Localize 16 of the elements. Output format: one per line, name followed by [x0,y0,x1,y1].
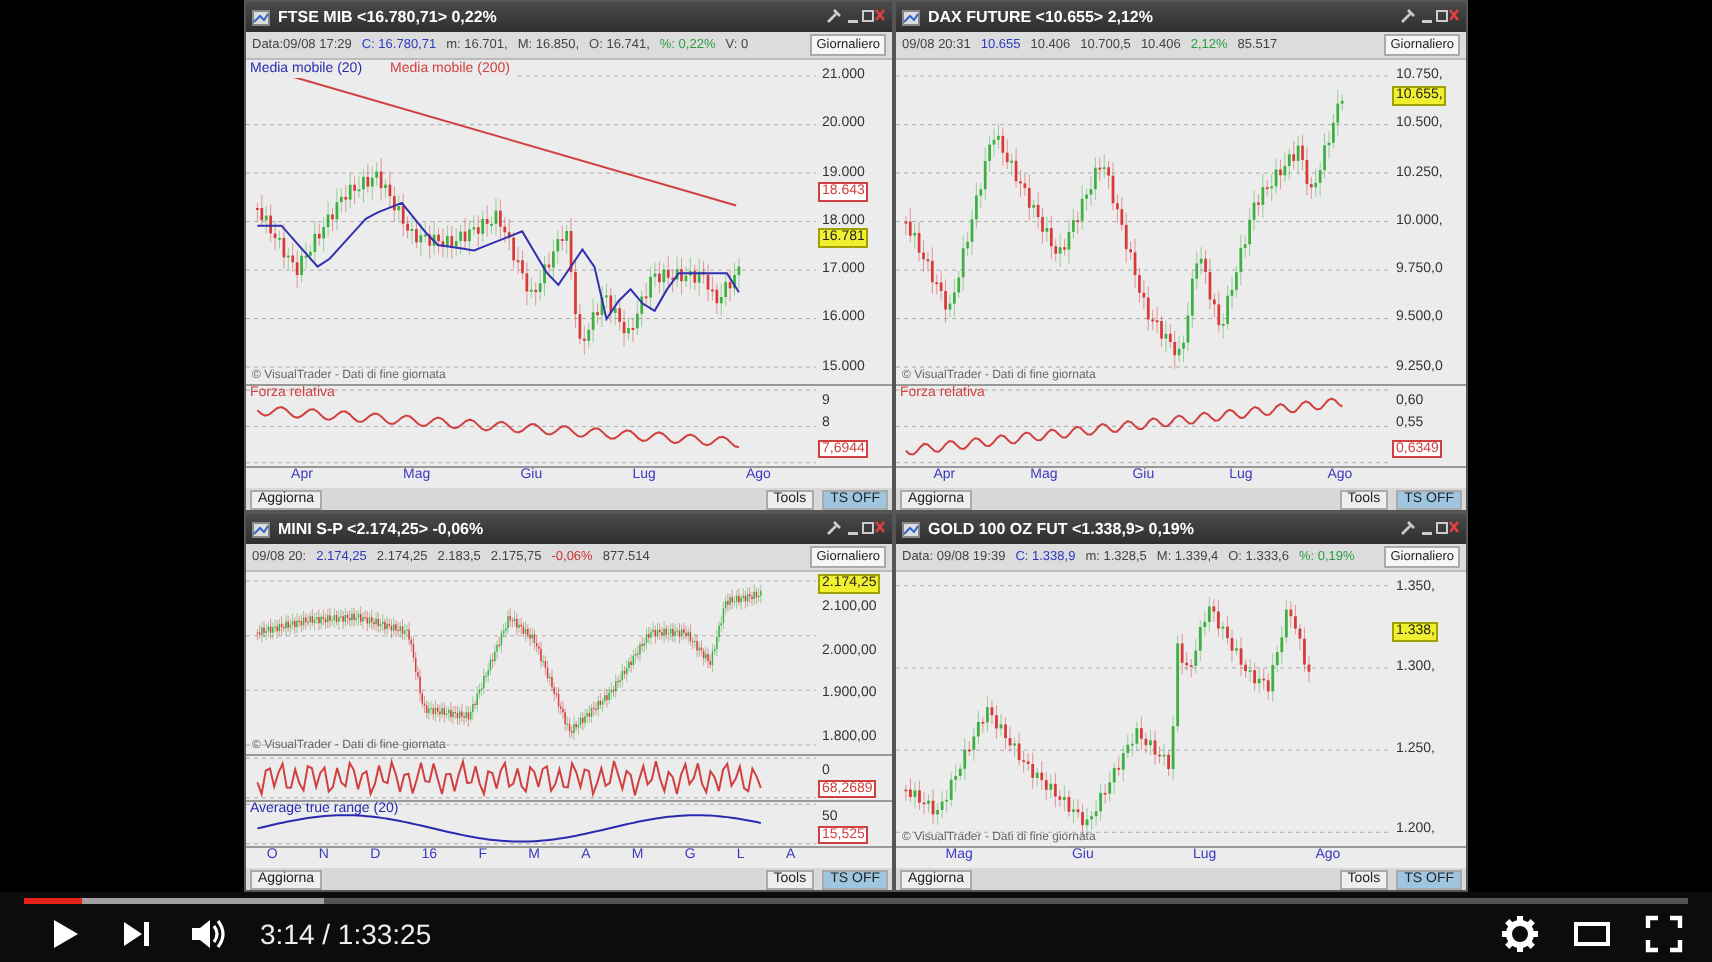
fullscreen-icon[interactable] [1644,913,1684,953]
chart-icon [902,521,920,537]
progress-bar[interactable] [24,898,1688,904]
chart-icon [902,9,920,25]
window-controls-icon[interactable] [1400,8,1460,26]
window-controls-icon[interactable] [826,520,886,538]
window-title: MINI S-P <2.174,25> -0,06% [278,520,486,538]
window-title: GOLD 100 OZ FUT <1.338,9> 0,19% [928,520,1196,538]
chart-icon [252,521,270,537]
window-controls-icon[interactable] [1400,520,1460,538]
chart-icon [252,9,270,25]
time-display: 3:14 / 1:33:25 [260,917,432,949]
window-title: FTSE MIB <16.780,71> 0,22% [278,8,499,26]
window-title: DAX FUTURE <10.655> 2,12% [928,8,1155,26]
window-controls-icon[interactable] [826,8,886,26]
settings-icon[interactable] [1500,913,1540,953]
